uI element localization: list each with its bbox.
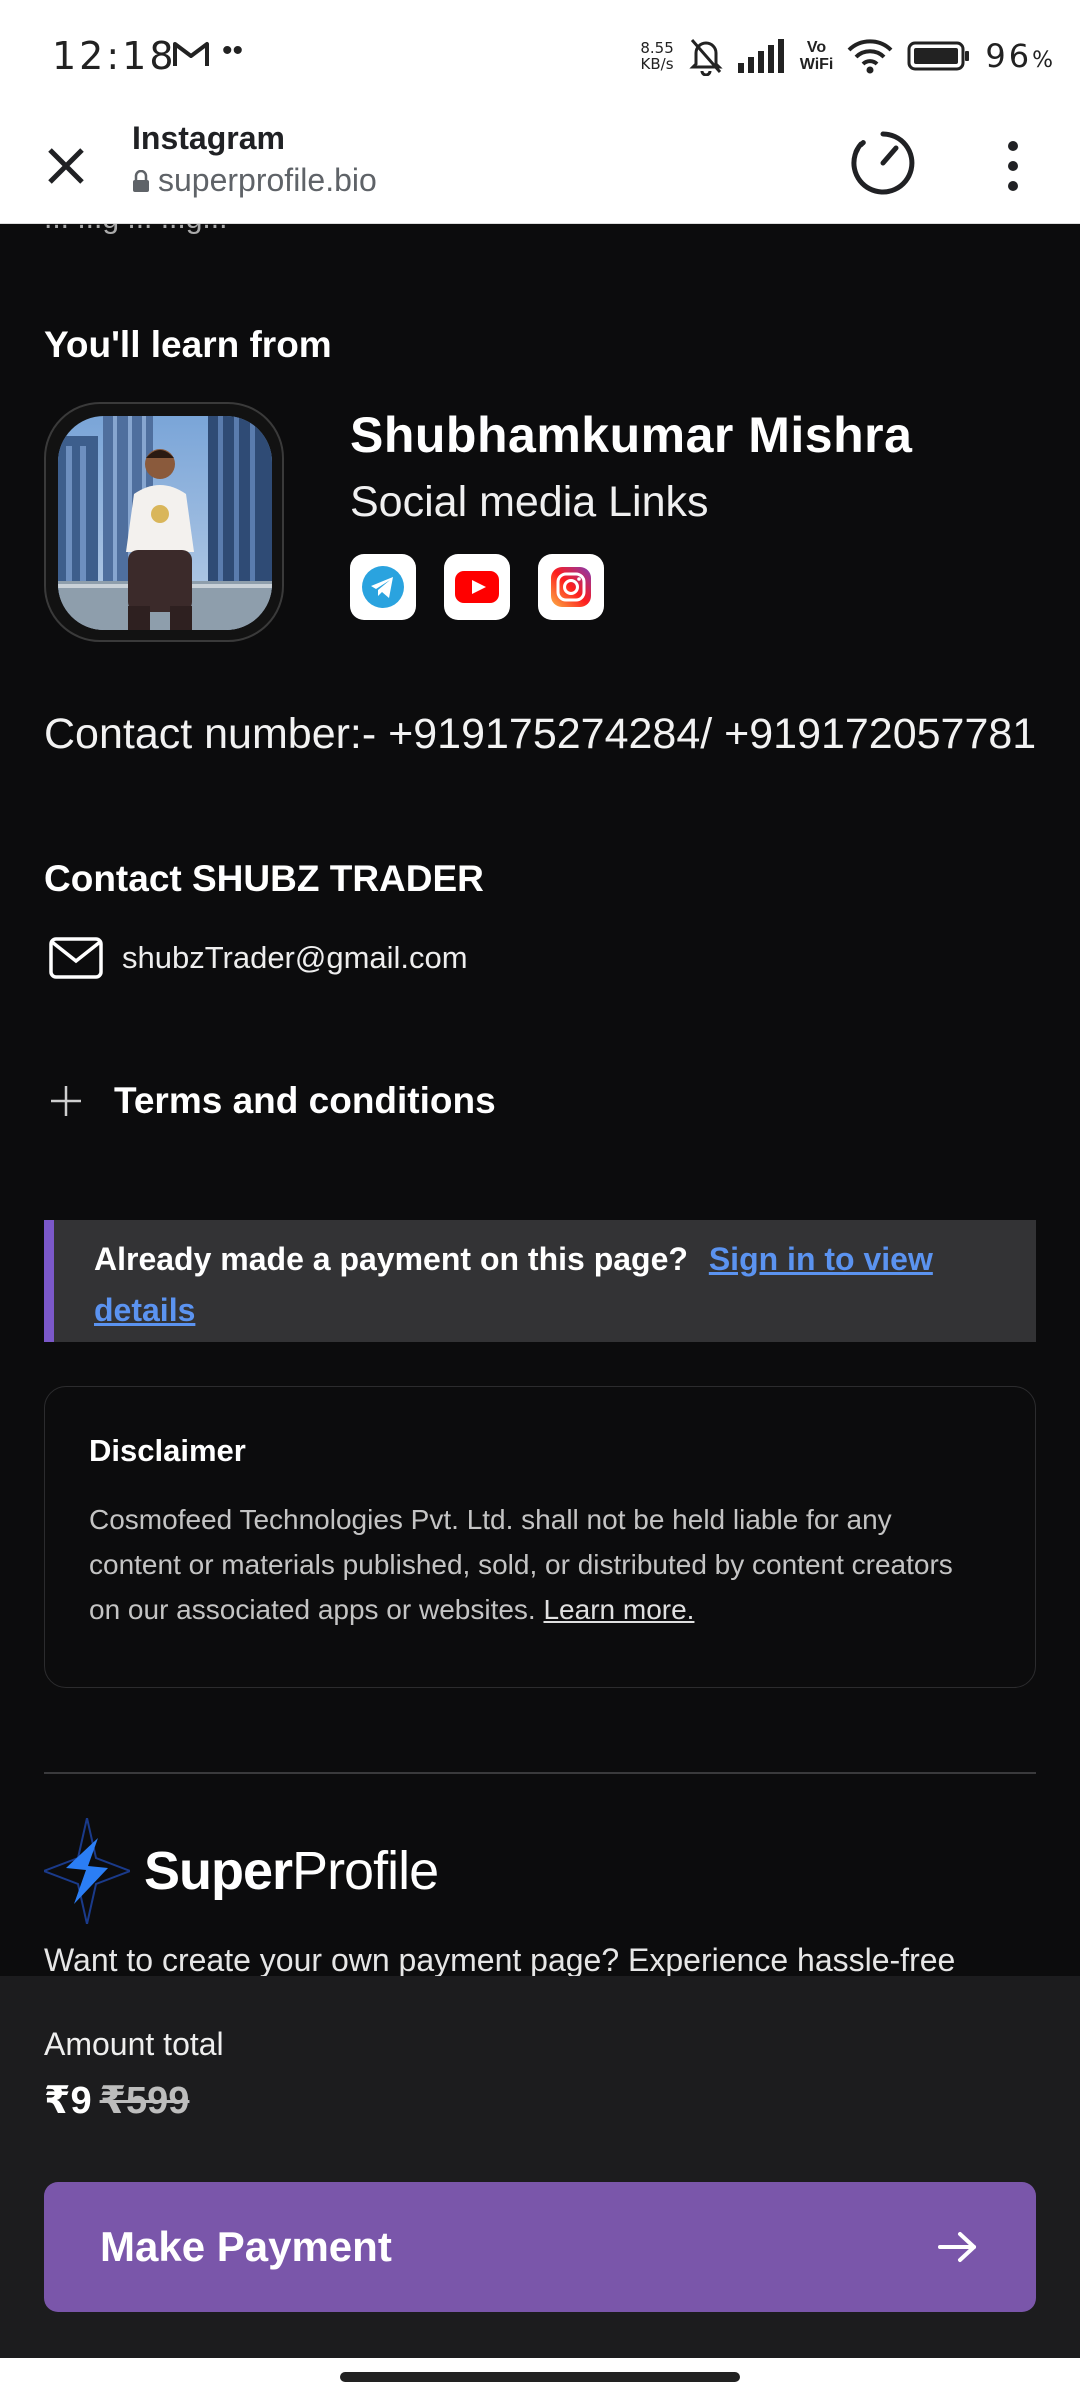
status-bar: 12:18 •• 8.55 KB/s Vo WiFi 96% [0,0,1080,110]
instagram-icon [551,567,591,607]
creator-avatar [58,416,272,630]
signal-icon [737,39,784,73]
wifi-icon [847,39,893,74]
battery-icon [907,41,970,71]
more-notifications-icon: •• [222,34,244,67]
learn-more-link[interactable]: Learn more. [543,1594,694,1625]
home-indicator[interactable] [340,2372,740,2382]
lock-icon [133,169,149,192]
disclaimer-text: Cosmofeed Technologies Pvt. Ltd. shall n… [89,1504,953,1625]
disclaimer-card: Disclaimer Cosmofeed Technologies Pvt. L… [44,1386,1036,1688]
browser-title: Instagram [132,120,285,156]
creator-avatar-frame [44,402,284,642]
email-link[interactable]: shubzTrader@gmail.com [48,936,468,980]
telegram-link[interactable] [350,554,416,620]
terms-label: Terms and conditions [114,1080,496,1121]
more-options-icon[interactable] [995,134,1031,198]
url-text: superprofile.bio [158,162,377,198]
arrow-right-icon [938,2232,976,2262]
learn-from-heading: You'll learn from [44,324,332,365]
cut-off-text: ... ...g ... ...g... [44,224,227,236]
status-icons: 8.55 KB/s Vo WiFi 96% [640,34,1056,78]
superprofile-wordmark: SuperProfile [144,1841,439,1901]
disclaimer-title: Disclaimer [89,1433,246,1468]
status-time: 12:18 [52,34,177,78]
page-content[interactable]: ... ...g ... ...g... You'll learn from [0,224,1080,1976]
contact-heading: Contact SHUBZ TRADER [44,858,484,899]
telegram-icon [362,566,404,608]
payment-notice-text: Already made a payment on this page? [94,1241,688,1277]
superprofile-bolt-icon [44,1818,130,1924]
payment-footer: Amount total ₹9 ₹599 Make Payment [0,1976,1080,2358]
creator-name: Shubhamkumar Mishra [350,407,913,463]
system-nav-bar [0,2358,1080,2400]
instagram-link[interactable] [538,554,604,620]
promo-text: Want to create your own payment page? Ex… [44,1942,956,1976]
divider [44,1772,1036,1774]
browser-url[interactable]: superprofile.bio [132,162,377,199]
social-links-label: Social media Links [350,478,709,526]
contact-number: Contact number:- +919175274284/ +9191720… [44,710,1037,758]
amount-label: Amount total [44,2026,224,2062]
amount-total: ₹9 ₹599 [44,2078,189,2123]
battery-percentage: 96% [985,37,1056,75]
in-app-browser-header: Instagram superprofile.bio [0,110,1080,224]
superprofile-logo[interactable]: SuperProfile [44,1818,439,1924]
gmail-icon [173,42,209,66]
email-address: shubzTrader@gmail.com [122,940,468,975]
original-price: ₹599 [99,2080,190,2122]
make-payment-label: Make Payment [100,2223,392,2270]
mute-bell-icon [689,39,723,76]
social-links [350,554,604,620]
close-icon[interactable] [40,140,92,192]
youtube-link[interactable] [444,554,510,620]
current-price: ₹9 [44,2080,92,2122]
make-payment-button[interactable]: Make Payment [44,2182,1036,2312]
payment-notice: Already made a payment on this page? Sig… [44,1220,1036,1342]
speedometer-icon[interactable] [848,128,918,198]
youtube-icon [455,571,499,603]
terms-accordion[interactable]: Terms and conditions [48,1080,496,1122]
mail-icon [49,937,103,979]
plus-icon [51,1086,81,1116]
vowifi-icon: Vo WiFi [799,39,834,73]
network-speed: 8.55 KB/s [640,39,674,73]
